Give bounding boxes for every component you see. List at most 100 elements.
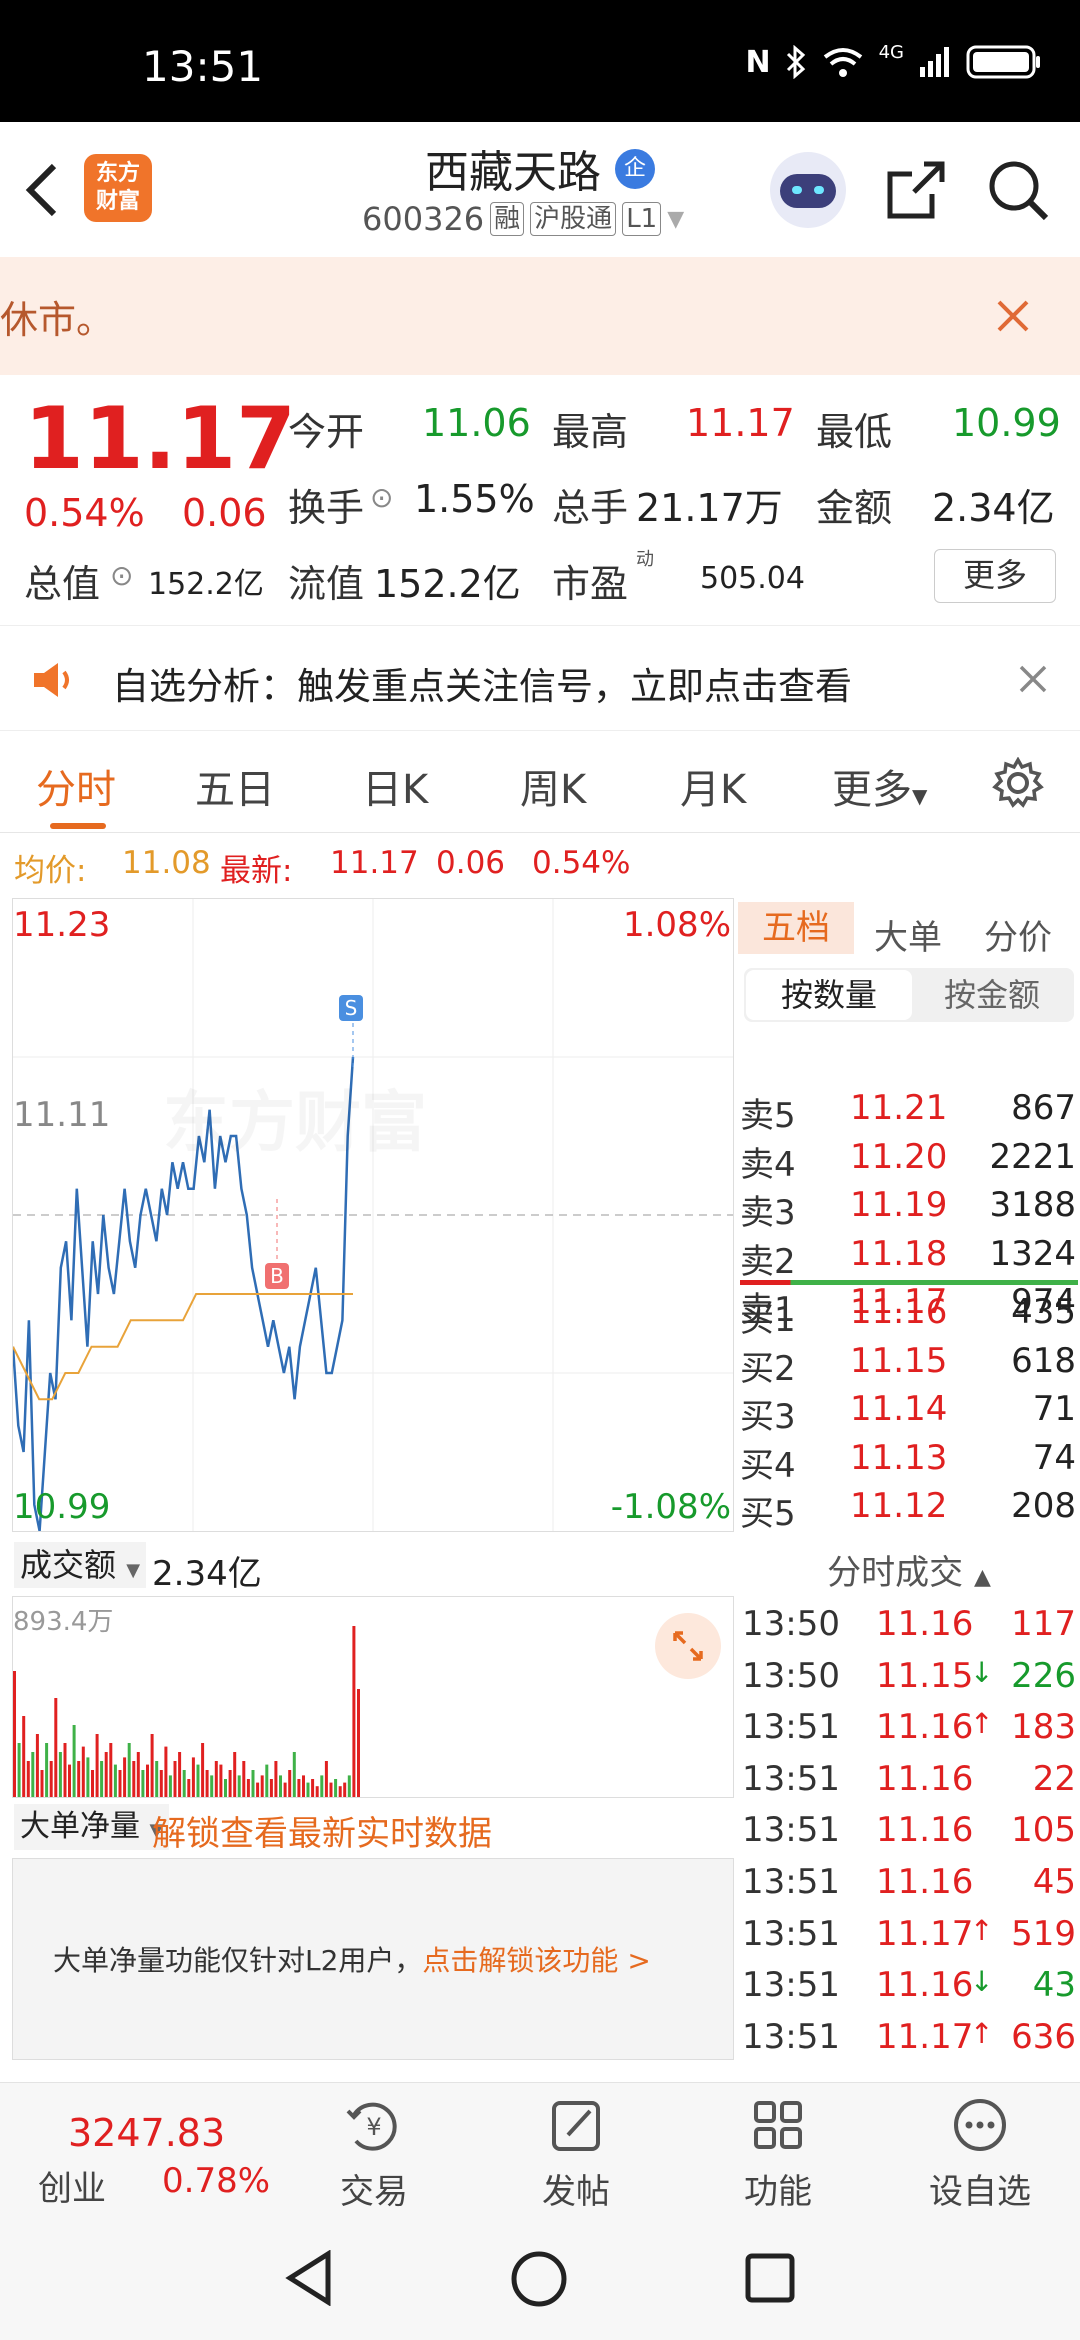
big-order-selector[interactable]: 大单净量 ▼	[14, 1804, 170, 1850]
trades-title: 分时成交	[827, 1553, 964, 1593]
tab-price-dist[interactable]: 分价	[984, 910, 1052, 959]
nav-add-watchlist[interactable]: 设自选	[920, 2097, 1040, 2213]
asks-level-price: 11.20	[850, 1136, 948, 1177]
big-order-selector-label: 大单净量	[20, 1809, 140, 1844]
tab-daily-k[interactable]: 日K	[362, 757, 428, 815]
expand-icon[interactable]	[655, 1613, 721, 1679]
volume-bar	[95, 1734, 99, 1797]
volume-bar	[329, 1782, 333, 1797]
bids-level-row[interactable]: 买2 11.15 618	[738, 1341, 1080, 1389]
trade-icon: ¥	[346, 2102, 397, 2151]
arrow-up-icon: ↑	[970, 1913, 994, 1947]
bids-level-volume: 71	[1032, 1389, 1076, 1429]
buy-marker[interactable]: B	[265, 1263, 289, 1289]
high-value: 11.17	[686, 401, 795, 445]
close-notice-icon[interactable]	[996, 299, 1030, 333]
qty-amount-toggle: 按数量 按金额	[744, 968, 1074, 1022]
system-home-icon[interactable]	[510, 2250, 568, 2308]
volume-bar	[357, 1689, 360, 1797]
share-icon[interactable]	[884, 158, 948, 222]
tab-more[interactable]: 更多▼	[832, 757, 927, 815]
bids-level-volume: 618	[1011, 1340, 1076, 1381]
unlock-realtime-link[interactable]: 解锁查看最新实时数据	[152, 1806, 492, 1855]
turnover-label: 换手	[288, 486, 365, 530]
volume-bar	[292, 1752, 296, 1797]
nav-post[interactable]: 发帖	[516, 2097, 636, 2213]
turnover-info-icon[interactable]: ⊙	[370, 481, 393, 514]
volume-bar	[159, 1770, 163, 1797]
tab-intraday[interactable]: 分时	[36, 757, 116, 815]
bottom-nav: 3247.83 创业 0.78% ¥ 交易 发帖 功能 设自选	[0, 2082, 1080, 2218]
arrow-down-icon: ↓	[970, 1655, 994, 1689]
bids-level-row[interactable]: 买4 11.13 74	[738, 1438, 1080, 1486]
chart-bottom-right-pct: -1.08%	[610, 1487, 731, 1527]
trades-header[interactable]: 分时成交 ▲	[738, 1545, 1080, 1595]
tab-big-orders[interactable]: 大单	[874, 910, 942, 959]
bids-level-label: 买2	[740, 1348, 796, 1389]
mktcap-info-icon[interactable]: ⊙	[110, 559, 133, 592]
chart-bottom-left-price: 10.99	[13, 1487, 111, 1527]
turnover-value: 1.55%	[414, 477, 535, 521]
more-button[interactable]: 更多	[934, 549, 1056, 603]
avg-label: 均价:	[14, 853, 87, 889]
settings-icon[interactable]	[992, 757, 1044, 809]
toggle-by-qty[interactable]: 按数量	[746, 970, 912, 1020]
asks-level-row[interactable]: 卖3 11.19 3188	[738, 1185, 1080, 1233]
volume-bar	[26, 1761, 30, 1797]
index-ticker[interactable]: 3247.83 创业 0.78%	[30, 2105, 270, 2215]
asks-level-row[interactable]: 卖4 11.20 2221	[738, 1137, 1080, 1185]
system-recents-icon[interactable]	[744, 2252, 796, 2304]
bids-level-label: 买5	[740, 1494, 796, 1534]
dropdown-icon: ▼	[667, 206, 685, 232]
stock-header: 东方 财富 西藏天路 企 600326 融 沪股通 L1 ▼	[0, 122, 1080, 257]
nav-trade[interactable]: ¥ 交易	[314, 2097, 434, 2213]
search-icon[interactable]	[986, 158, 1050, 222]
volume-bar	[210, 1775, 214, 1797]
tab-five-levels[interactable]: 五档	[738, 902, 854, 954]
bids-level-row[interactable]: 买5 11.12 208	[738, 1486, 1080, 1534]
stock-subtitle[interactable]: 600326 融 沪股通 L1 ▼	[362, 200, 684, 238]
price-chart-svg	[13, 899, 733, 1531]
close-alert-icon[interactable]	[1018, 664, 1048, 694]
volume-bar	[58, 1752, 62, 1797]
volume-bar	[81, 1746, 85, 1797]
toggle-by-amount[interactable]: 按金额	[912, 970, 1072, 1020]
nav-function[interactable]: 功能	[718, 2097, 838, 2213]
mktcap-label: 总值	[24, 562, 101, 606]
system-back-icon[interactable]	[284, 2250, 334, 2306]
bids-level-row[interactable]: 买1 11.16 435	[738, 1292, 1080, 1340]
bids-level-row[interactable]: 买3 11.14 71	[738, 1389, 1080, 1437]
sell-marker[interactable]: S	[339, 995, 363, 1021]
intraday-chart[interactable]: 11.23 1.08% 11.11 10.99 -1.08% 东方财富 S B	[12, 898, 734, 1532]
unlock-feature-link[interactable]: 点击解锁该功能 >	[422, 1944, 650, 1977]
signal-icon	[920, 47, 949, 77]
tab-weekly-k[interactable]: 周K	[520, 757, 586, 815]
volume-bar	[17, 1743, 21, 1797]
avg-price-series-line	[13, 1293, 353, 1401]
robot-assistant-icon[interactable]	[770, 152, 846, 228]
volume-bar	[182, 1770, 186, 1797]
volume-value: 21.17万	[636, 486, 783, 530]
bids-level-label: 买3	[740, 1397, 796, 1437]
volume-bar	[141, 1770, 145, 1797]
trade-price: 11.17	[876, 1913, 974, 1954]
volume-bar	[320, 1775, 324, 1797]
volume-selector[interactable]: 成交额 ▼	[14, 1542, 147, 1588]
chart-watermark: 东方财富	[163, 1069, 427, 1165]
watchlist-alert-bar[interactable]: 自选分析：触发重点关注信号，立即点击查看	[0, 625, 1080, 731]
locked-text: 大单净量功能仅针对L2用户，	[53, 1944, 423, 1977]
asks-level-row[interactable]: 卖2 11.18 1324	[738, 1234, 1080, 1282]
bids-level-volume: 74	[1032, 1437, 1076, 1478]
volume-bar	[31, 1752, 35, 1797]
volume-bar	[104, 1752, 108, 1797]
bids-level-volume: 435	[1011, 1292, 1076, 1332]
volume-bar	[191, 1757, 195, 1797]
bids-level-price: 11.12	[850, 1486, 948, 1526]
tab-monthly-k[interactable]: 月K	[680, 757, 746, 815]
volume-bar	[347, 1775, 351, 1797]
volume-chart[interactable]: 893.4万	[12, 1596, 734, 1798]
volume-bar	[311, 1779, 315, 1797]
bids-level-price: 11.16	[850, 1292, 948, 1332]
asks-level-row[interactable]: 卖5 11.21 867	[738, 1088, 1080, 1136]
tab-five-day[interactable]: 五日	[195, 757, 275, 815]
